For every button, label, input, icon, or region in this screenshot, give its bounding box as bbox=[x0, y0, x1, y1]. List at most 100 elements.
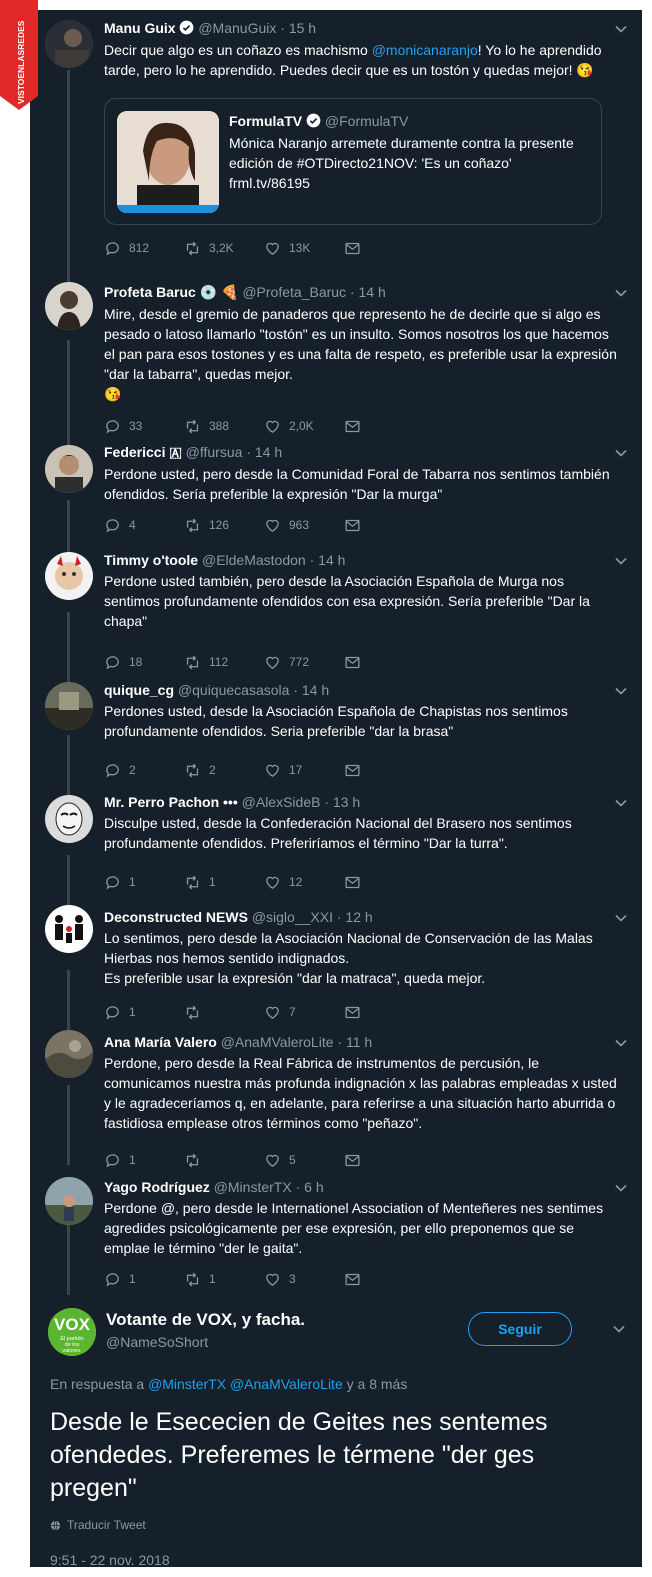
chevron-down-icon[interactable] bbox=[614, 554, 628, 568]
avatar[interactable] bbox=[45, 905, 93, 953]
tweet[interactable]: Yago Rodríguez @MinsterTX · 6 h Perdone … bbox=[30, 1177, 642, 1297]
author-name[interactable]: Mr. Perro Pachon ••• bbox=[104, 794, 238, 810]
retweet-button[interactable]: 1 bbox=[184, 1269, 216, 1289]
chevron-down-icon[interactable] bbox=[614, 684, 628, 698]
direct-message-button[interactable] bbox=[344, 416, 361, 436]
chevron-down-icon[interactable] bbox=[614, 1036, 628, 1050]
reply-button[interactable]: 1 bbox=[104, 872, 136, 892]
direct-message-button[interactable] bbox=[344, 1002, 361, 1022]
chevron-down-icon[interactable] bbox=[614, 22, 628, 36]
retweet-button[interactable]: 388 bbox=[184, 416, 229, 436]
retweet-button[interactable] bbox=[184, 1150, 209, 1170]
avatar[interactable]: VOX El partido de los valores. bbox=[48, 1308, 96, 1356]
avatar[interactable] bbox=[45, 552, 93, 600]
reply-button[interactable]: 1 bbox=[104, 1150, 136, 1170]
avatar[interactable] bbox=[45, 795, 93, 843]
retweet-button[interactable]: 3,2K bbox=[184, 238, 234, 258]
chevron-down-icon[interactable] bbox=[612, 1322, 626, 1336]
direct-message-button[interactable] bbox=[344, 872, 361, 892]
tweet[interactable]: Ana María Valero @AnaMValeroLite · 11 h … bbox=[30, 1030, 642, 1185]
reply-mentions-link[interactable]: @MinsterTX @AnaMValeroLite bbox=[148, 1376, 343, 1392]
tweet[interactable]: Profeta Baruc 💿 🍕 @Profeta_Baruc · 14 h … bbox=[30, 272, 642, 440]
author-handle[interactable]: @ManuGuix bbox=[198, 20, 276, 36]
tweet-time[interactable]: 14 h bbox=[318, 552, 345, 568]
like-button[interactable]: 772 bbox=[264, 652, 309, 672]
direct-message-button[interactable] bbox=[344, 652, 361, 672]
retweet-button[interactable]: 126 bbox=[184, 515, 229, 535]
reply-button[interactable]: 1 bbox=[104, 1002, 136, 1022]
author-handle[interactable]: @quiquecasasola bbox=[178, 682, 290, 698]
avatar[interactable] bbox=[45, 1177, 93, 1225]
mention-link[interactable]: @monicanaranjo bbox=[372, 42, 478, 58]
author-handle[interactable]: @AnaMValeroLite bbox=[221, 1034, 334, 1050]
author-name[interactable]: Timmy o'toole bbox=[104, 552, 198, 568]
reply-button[interactable]: 33 bbox=[104, 416, 142, 436]
tweet[interactable]: Manu Guix @ManuGuix · 15 h Decir que alg… bbox=[30, 10, 642, 272]
like-button[interactable]: 2,0K bbox=[264, 416, 314, 436]
tweet-time[interactable]: 14 h bbox=[255, 444, 282, 460]
author-handle[interactable]: @ffursua bbox=[186, 444, 243, 460]
direct-message-button[interactable] bbox=[344, 1150, 361, 1170]
like-button[interactable]: 12 bbox=[264, 872, 302, 892]
tweet-time[interactable]: 13 h bbox=[333, 794, 360, 810]
retweet-button[interactable]: 112 bbox=[184, 652, 228, 672]
avatar[interactable] bbox=[45, 1030, 93, 1078]
reply-button[interactable]: 18 bbox=[104, 652, 142, 672]
author-name[interactable]: Votante de VOX, y facha. bbox=[106, 1310, 305, 1330]
tweet[interactable]: Deconstructed NEWS @siglo__XXI · 12 h Lo… bbox=[30, 905, 642, 1035]
quoted-tweet[interactable]: FormulaTV @FormulaTV Mónica Naranjo arre… bbox=[104, 98, 602, 225]
author-handle[interactable]: @EldeMastodon bbox=[202, 552, 306, 568]
chevron-down-icon[interactable] bbox=[614, 1181, 628, 1195]
retweet-button[interactable]: 1 bbox=[184, 872, 216, 892]
tweet[interactable]: Mr. Perro Pachon ••• @AlexSideB · 13 h D… bbox=[30, 794, 642, 905]
tweet-time[interactable]: 14 h bbox=[359, 284, 386, 300]
retweet-button[interactable] bbox=[184, 1002, 209, 1022]
direct-message-button[interactable] bbox=[344, 1269, 361, 1289]
tweet-time[interactable]: 11 h bbox=[346, 1034, 372, 1050]
tweet[interactable]: Timmy o'toole @EldeMastodon · 14 h Perdo… bbox=[30, 550, 642, 680]
direct-message-button[interactable] bbox=[344, 760, 361, 780]
reply-button[interactable]: 812 bbox=[104, 238, 149, 258]
author-name[interactable]: Manu Guix bbox=[104, 20, 176, 36]
reply-button[interactable]: 4 bbox=[104, 515, 136, 535]
chevron-down-icon[interactable] bbox=[614, 796, 628, 810]
author-name[interactable]: Deconstructed NEWS bbox=[104, 909, 248, 925]
like-button[interactable]: 5 bbox=[264, 1150, 296, 1170]
author-handle[interactable]: @AlexSideB bbox=[242, 794, 321, 810]
tweet-time[interactable]: 15 h bbox=[289, 20, 316, 36]
tweet[interactable]: Federicci 🇦 @ffursua · 14 h Perdone uste… bbox=[30, 440, 642, 550]
author-handle[interactable]: @Profeta_Baruc bbox=[242, 284, 346, 300]
tweet[interactable]: quique_cg @quiquecasasola · 14 h Perdone… bbox=[30, 680, 642, 795]
tweet-time[interactable]: 14 h bbox=[302, 682, 329, 698]
author-handle[interactable]: @NameSoShort bbox=[106, 1334, 208, 1350]
reply-button[interactable]: 2 bbox=[104, 760, 136, 780]
chevron-down-icon[interactable] bbox=[614, 286, 628, 300]
like-button[interactable]: 3 bbox=[264, 1269, 296, 1289]
direct-message-button[interactable] bbox=[344, 515, 361, 535]
like-button[interactable]: 17 bbox=[264, 760, 302, 780]
avatar[interactable] bbox=[45, 20, 93, 68]
translate-tweet-link[interactable]: Traducir Tweet bbox=[50, 1518, 146, 1532]
like-button[interactable]: 7 bbox=[264, 1002, 296, 1022]
reply-button[interactable]: 1 bbox=[104, 1269, 136, 1289]
like-button[interactable]: 13K bbox=[264, 238, 310, 258]
tweet-time[interactable]: 12 h bbox=[345, 909, 372, 925]
author-name[interactable]: Profeta Baruc 💿 🍕 bbox=[104, 284, 238, 300]
author-handle[interactable]: @MinsterTX bbox=[214, 1179, 292, 1195]
retweet-button[interactable]: 2 bbox=[184, 760, 216, 780]
chevron-down-icon[interactable] bbox=[614, 911, 628, 925]
author-name[interactable]: Yago Rodríguez bbox=[104, 1179, 210, 1195]
avatar[interactable] bbox=[45, 682, 93, 730]
tweet-timestamp[interactable]: 9:51 - 22 nov. 2018 bbox=[50, 1552, 170, 1567]
follow-button[interactable]: Seguir bbox=[468, 1312, 572, 1346]
chevron-down-icon[interactable] bbox=[614, 446, 628, 460]
like-button[interactable]: 963 bbox=[264, 515, 309, 535]
tweet-time[interactable]: 6 h bbox=[304, 1179, 323, 1195]
avatar[interactable] bbox=[45, 445, 93, 493]
author-handle[interactable]: @siglo__XXI bbox=[252, 909, 333, 925]
author-name[interactable]: Ana María Valero bbox=[104, 1034, 217, 1050]
author-name[interactable]: Federicci 🇦 bbox=[104, 444, 182, 460]
avatar[interactable] bbox=[45, 282, 93, 330]
direct-message-button[interactable] bbox=[344, 238, 361, 258]
author-name[interactable]: quique_cg bbox=[104, 682, 174, 698]
